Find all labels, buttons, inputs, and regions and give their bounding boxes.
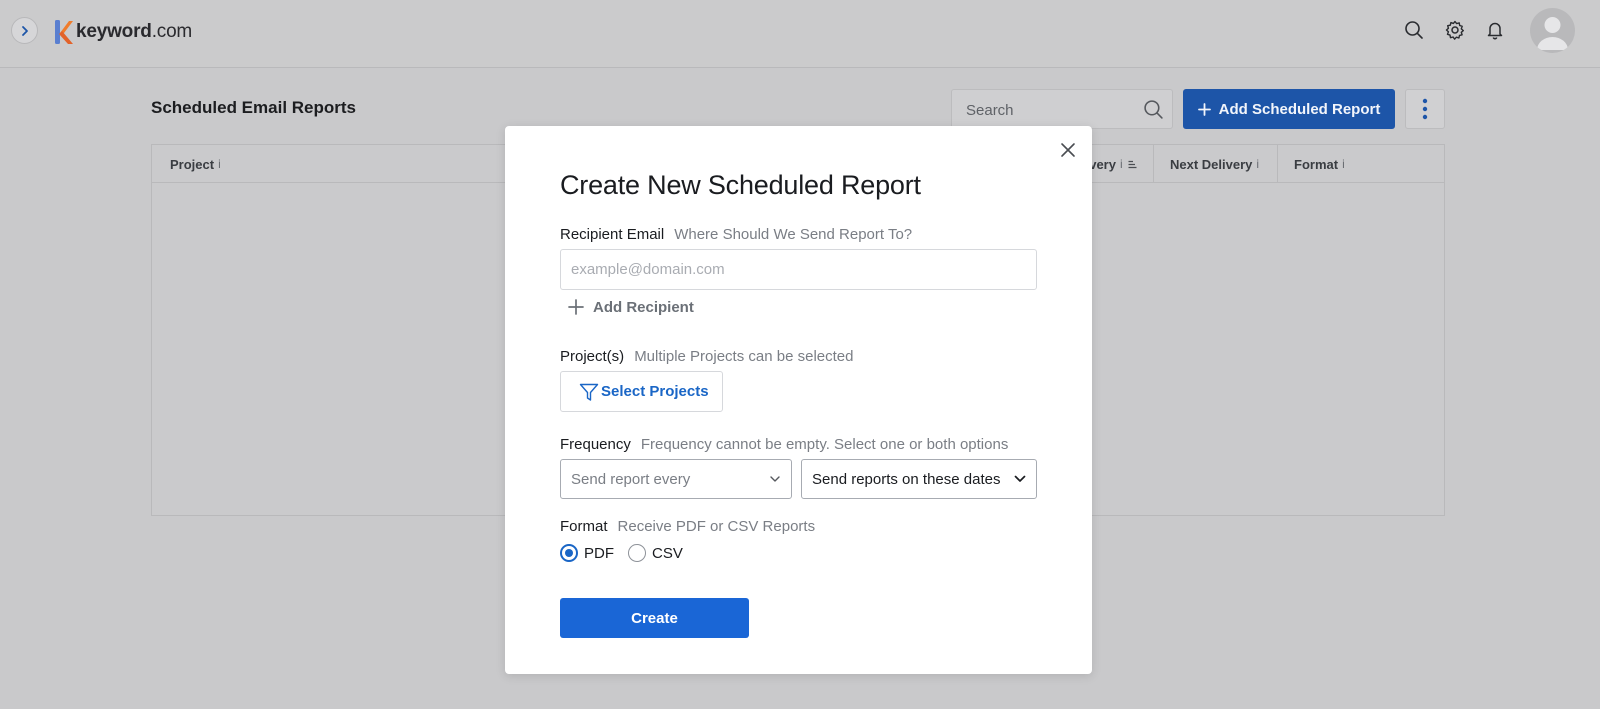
logo[interactable]: keyword.com bbox=[54, 17, 192, 47]
projects-hint: Multiple Projects can be selected bbox=[634, 348, 854, 365]
format-label: Format Receive PDF or CSV Reports bbox=[560, 518, 816, 535]
create-button[interactable]: Create bbox=[560, 598, 749, 638]
info-icon[interactable]: i bbox=[218, 157, 221, 171]
close-icon bbox=[1061, 143, 1075, 157]
add-recipient-label: Add Recipient bbox=[593, 298, 694, 316]
info-icon[interactable]: i bbox=[1342, 157, 1345, 171]
plus-icon bbox=[1197, 102, 1211, 116]
recipient-email-input[interactable] bbox=[560, 249, 1037, 290]
info-icon[interactable]: i bbox=[1256, 157, 1259, 171]
sort-icon[interactable] bbox=[1128, 160, 1137, 169]
gear-icon bbox=[1445, 20, 1464, 40]
search-box[interactable] bbox=[951, 89, 1173, 129]
column-header-next-delivery[interactable]: Next Delivery i bbox=[1170, 145, 1259, 183]
search-icon bbox=[1144, 100, 1163, 119]
chevron-right-icon bbox=[21, 25, 28, 36]
settings-button[interactable] bbox=[1444, 19, 1466, 41]
modal-title: Create New Scheduled Report bbox=[560, 170, 921, 200]
search-input[interactable] bbox=[966, 99, 1136, 121]
format-option-csv-label: CSV bbox=[652, 544, 683, 562]
recipient-email-label: Recipient Email Where Should We Send Repo… bbox=[560, 226, 913, 243]
format-radio-csv[interactable] bbox=[628, 544, 646, 562]
bell-icon bbox=[1487, 22, 1503, 40]
kebab-menu-icon bbox=[1422, 98, 1428, 120]
format-option-pdf-label: PDF bbox=[584, 544, 614, 562]
column-header-project[interactable]: Project i bbox=[170, 145, 221, 183]
info-icon[interactable]: i bbox=[1120, 157, 1123, 171]
add-recipient-button[interactable]: Add Recipient bbox=[568, 294, 694, 320]
select-projects-label: Select Projects bbox=[601, 383, 709, 400]
top-header: keyword.com bbox=[0, 0, 1600, 68]
frequency-label: Frequency Frequency cannot be empty. Sele… bbox=[560, 436, 1009, 453]
notifications-button[interactable] bbox=[1484, 19, 1506, 41]
filter-icon bbox=[579, 383, 599, 401]
close-modal-button[interactable] bbox=[1056, 138, 1080, 162]
send-reports-on-dates-dropdown[interactable]: Send reports on these dates bbox=[801, 459, 1037, 499]
keyword-logo-icon bbox=[55, 20, 73, 44]
send-report-every-dropdown[interactable]: Send report every bbox=[560, 459, 792, 499]
create-report-modal: Create New Scheduled Report Recipient Em… bbox=[505, 126, 1092, 674]
projects-label: Project(s) Multiple Projects can be selec… bbox=[560, 348, 854, 365]
add-scheduled-report-button[interactable]: Add Scheduled Report bbox=[1183, 89, 1395, 129]
select-projects-button[interactable]: Select Projects bbox=[560, 371, 723, 412]
send-report-every-placeholder: Send report every bbox=[571, 470, 691, 488]
avatar[interactable] bbox=[1530, 8, 1575, 53]
add-scheduled-report-label: Add Scheduled Report bbox=[1218, 100, 1381, 118]
column-divider bbox=[1153, 145, 1154, 183]
page-title: Scheduled Email Reports bbox=[151, 98, 356, 117]
plus-icon bbox=[568, 299, 584, 315]
column-divider bbox=[1277, 145, 1278, 183]
user-avatar-icon bbox=[1537, 17, 1568, 50]
format-radio-group: PDF CSV bbox=[560, 542, 683, 564]
format-hint: Receive PDF or CSV Reports bbox=[617, 518, 816, 535]
logo-text: keyword bbox=[76, 21, 152, 42]
format-radio-pdf[interactable] bbox=[560, 544, 578, 562]
column-header-format[interactable]: Format i bbox=[1294, 145, 1345, 183]
more-options-button[interactable] bbox=[1405, 89, 1445, 129]
recipient-email-hint: Where Should We Send Report To? bbox=[674, 226, 913, 243]
sidebar-expand-button[interactable] bbox=[11, 17, 38, 44]
search-icon bbox=[1405, 21, 1423, 39]
chevron-down-icon bbox=[770, 476, 780, 482]
frequency-hint: Frequency cannot be empty. Select one or… bbox=[640, 436, 1009, 453]
send-reports-on-dates-label: Send reports on these dates bbox=[812, 470, 1001, 488]
chevron-down-icon bbox=[1014, 475, 1026, 482]
logo-suffix: .com bbox=[151, 21, 193, 42]
header-search-button[interactable] bbox=[1403, 19, 1425, 41]
